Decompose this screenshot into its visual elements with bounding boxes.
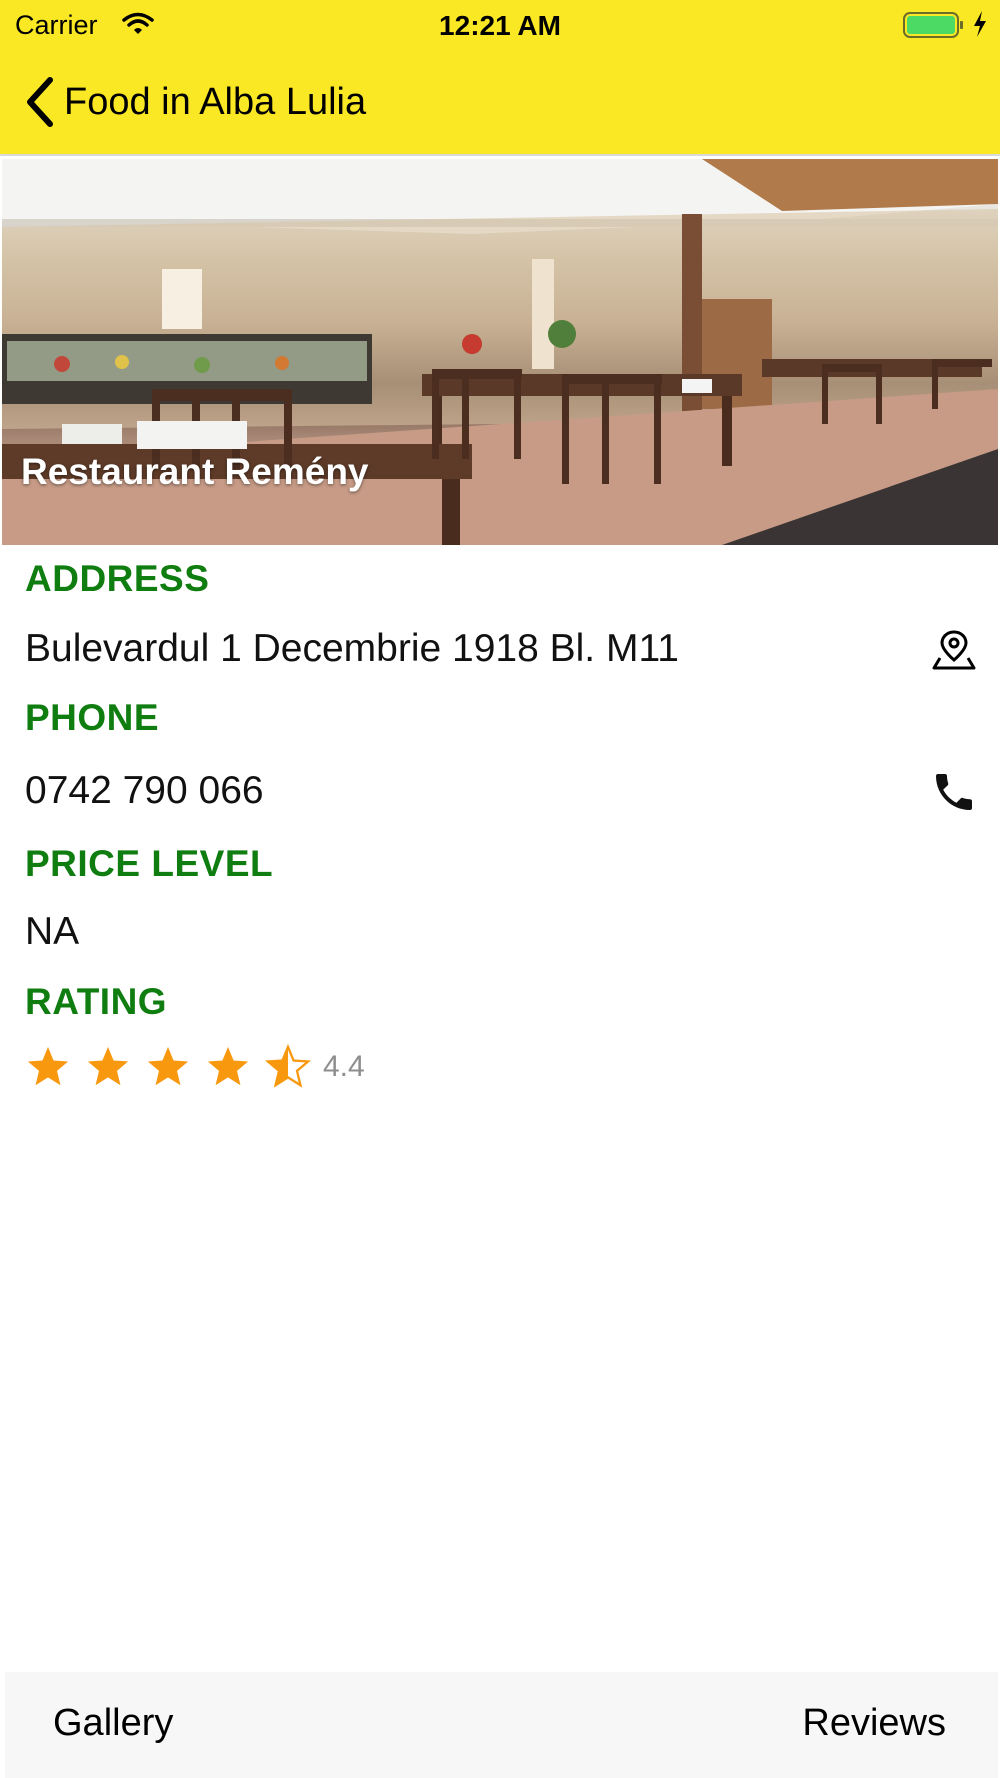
restaurant-photo: Restaurant Remény <box>2 159 998 545</box>
phone-value: 0742 790 066 <box>25 769 264 812</box>
battery-icon <box>903 12 963 38</box>
price-level-label: PRICE LEVEL <box>25 843 274 884</box>
star-icon <box>207 1046 249 1086</box>
phone-label: PHONE <box>25 697 160 738</box>
star-icon <box>27 1046 69 1086</box>
price-level-value: NA <box>25 910 80 953</box>
half-star-icon <box>265 1044 311 1088</box>
back-chevron-icon <box>27 77 53 127</box>
rating-label: RATING <box>25 981 168 1022</box>
rating-value: 4.4 <box>323 1050 365 1083</box>
address-label: ADDRESS <box>25 558 210 599</box>
status-time: 12:21 AM <box>439 10 561 41</box>
charge-icon <box>974 11 986 37</box>
phone-icon[interactable] <box>930 768 978 816</box>
nav-back-title: Food in Alba Lulia <box>64 80 367 123</box>
star-icon <box>147 1046 189 1086</box>
map-pin-icon[interactable] <box>932 628 976 672</box>
tab-gallery[interactable]: Gallery <box>53 1702 173 1745</box>
address-value: Bulevardul 1 Decembrie 1918 Bl. M11 <box>25 627 679 670</box>
status-bar: Carrier 12:21 AM <box>0 0 1000 50</box>
tab-reviews[interactable]: Reviews <box>802 1702 946 1745</box>
back-button[interactable]: Food in Alba Lulia <box>24 72 366 132</box>
star-icon <box>87 1046 129 1086</box>
bottom-tab-bar: Gallery Reviews <box>5 1672 998 1778</box>
restaurant-name: Restaurant Remény <box>21 451 369 492</box>
rating-stars: 4.4 <box>25 1044 365 1090</box>
navigation-bar: Food in Alba Lulia <box>0 50 1000 156</box>
